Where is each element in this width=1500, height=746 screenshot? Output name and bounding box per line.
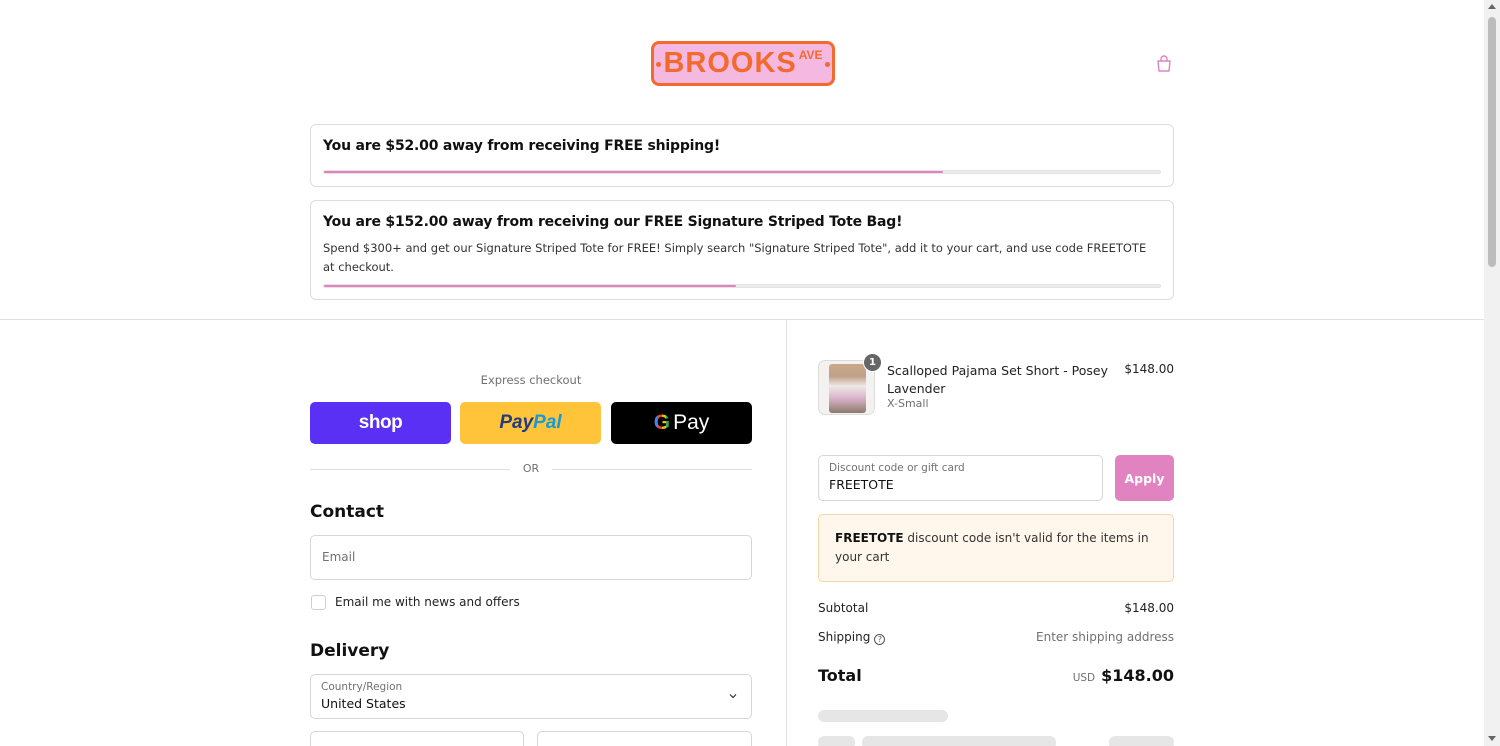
first-name-field[interactable]: [310, 731, 524, 746]
loading-skeleton: [818, 710, 948, 722]
email-placeholder: Email: [322, 550, 356, 564]
scroll-down-arrow-icon[interactable]: [1488, 736, 1496, 741]
last-name-field[interactable]: [537, 731, 752, 746]
free-tote-progress-bar: [323, 284, 1161, 288]
total-value: $148.00: [1101, 666, 1174, 685]
chevron-down-icon: [729, 694, 737, 699]
product-name: Scalloped Pajama Set Short - Posey Laven…: [887, 363, 1109, 396]
free-tote-progress-fill: [324, 285, 737, 287]
brooks-ave-logo[interactable]: BROOKS AVE: [651, 41, 835, 86]
country-region-label: Country/Region: [321, 681, 403, 693]
free-tote-description: Spend $300+ and get our Signature Stripe…: [323, 241, 1147, 274]
shipping-value: Enter shipping address: [1036, 630, 1174, 644]
free-tote-message: You are $152.00 away from receiving our …: [323, 214, 903, 230]
product-variant: X-Small: [887, 397, 929, 410]
free-shipping-message: You are $52.00 away from receiving FREE …: [323, 138, 721, 154]
discount-error-code: FREETOTE: [835, 531, 904, 545]
delivery-heading: Delivery: [310, 641, 390, 661]
paypal-label-pal: Pal: [533, 412, 562, 433]
paypal-button[interactable]: Pay Pal: [460, 402, 601, 444]
contact-heading: Contact: [310, 502, 385, 522]
paypal-label-pay: Pay: [499, 412, 534, 433]
scrollbar-thumb[interactable]: [1488, 17, 1496, 267]
discount-code-value: FREETOTE: [829, 477, 894, 492]
total-label: Total: [818, 666, 862, 685]
free-shipping-progress-fill: [324, 171, 943, 173]
express-checkout-label: Express checkout: [480, 373, 582, 387]
free-shipping-banner: You are $52.00 away from receiving FREE …: [310, 124, 1174, 187]
logo-dot: [656, 62, 661, 67]
shipping-label-wrap: Shipping?: [818, 630, 886, 645]
google-pay-button[interactable]: G Pay: [611, 402, 752, 444]
help-circle-icon[interactable]: ?: [874, 634, 886, 645]
shop-pay-button[interactable]: shop: [310, 402, 451, 444]
shipping-label: Shipping: [818, 630, 871, 644]
loading-skeleton: [818, 736, 855, 746]
column-divider: [786, 320, 787, 746]
page-scrollbar[interactable]: [1484, 0, 1500, 746]
google-pay-label: Pay: [673, 411, 710, 434]
shopping-bag-icon[interactable]: [1154, 54, 1174, 74]
quantity-badge: 1: [863, 353, 882, 372]
or-line-right: [552, 469, 752, 470]
subtotal-value: $148.00: [1124, 601, 1174, 615]
logo-superscript: AVE: [798, 47, 823, 62]
header: BROOKS AVE: [0, 0, 1484, 124]
email-field[interactable]: Email: [310, 535, 752, 580]
subtotal-label: Subtotal: [818, 601, 869, 615]
currency-code: USD: [1072, 672, 1096, 684]
google-g-icon: G: [653, 411, 671, 434]
product-price: $148.00: [1124, 362, 1174, 376]
loading-skeleton: [1109, 736, 1174, 746]
or-divider: OR: [310, 462, 752, 476]
discount-code-field[interactable]: Discount code or gift card FREETOTE: [818, 455, 1103, 501]
discount-code-label: Discount code or gift card: [829, 462, 965, 474]
scroll-up-arrow-icon[interactable]: [1488, 4, 1496, 9]
free-shipping-progress-bar: [323, 170, 1161, 174]
logo-text: BROOKS: [663, 47, 797, 79]
free-tote-banner: You are $152.00 away from receiving our …: [310, 200, 1174, 300]
total-value-wrap: USD $148.00: [1073, 666, 1174, 685]
apply-discount-button[interactable]: Apply: [1115, 455, 1174, 501]
newsletter-checkbox[interactable]: [311, 595, 326, 610]
logo-dot: [825, 62, 830, 67]
newsletter-checkbox-label[interactable]: Email me with news and offers: [335, 595, 520, 609]
discount-error-message: FREETOTE discount code isn't valid for t…: [818, 514, 1174, 582]
product-image: [829, 364, 866, 413]
loading-skeleton: [862, 736, 1056, 746]
country-region-value: United States: [321, 696, 406, 711]
country-region-select[interactable]: Country/Region United States: [310, 674, 752, 719]
shop-pay-label: shop: [358, 412, 403, 433]
